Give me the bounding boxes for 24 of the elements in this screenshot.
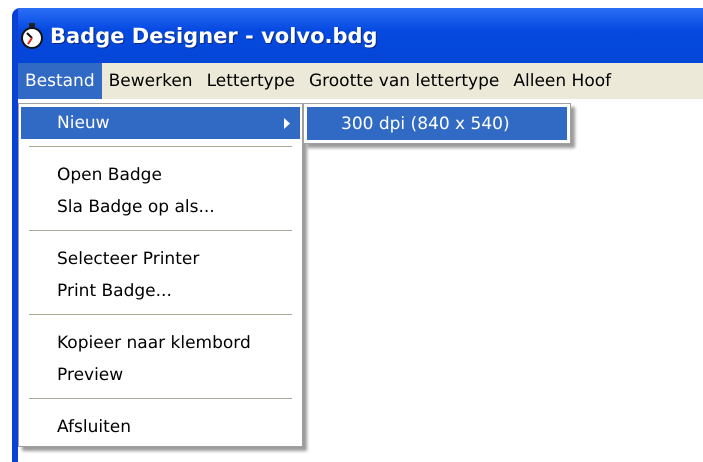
menu-item[interactable]: Kopieer naar klembord [21, 327, 300, 359]
menu-bar-item[interactable]: Lettertype [200, 63, 302, 99]
menu-item[interactable]: Print Badge... [21, 275, 300, 307]
menu-bar-item[interactable]: Bewerken [102, 63, 200, 99]
menu-item-label: Open Badge [57, 165, 162, 185]
menu-item[interactable]: Sla Badge op als... [21, 191, 300, 223]
menu-item[interactable]: Selecteer Printer [21, 243, 300, 275]
menu-item-label: Preview [57, 365, 124, 385]
menu-item[interactable]: Preview [21, 359, 300, 391]
menu-item[interactable]: Afsluiten [21, 411, 300, 443]
menu-item-label: Nieuw [57, 113, 110, 133]
menu-item[interactable]: 300 dpi (840 x 540) [307, 107, 567, 140]
menu-item-label: Afsluiten [57, 417, 131, 437]
menu-item[interactable]: Nieuw [21, 107, 300, 139]
menu-item-label: Selecteer Printer [57, 249, 200, 269]
menu-bar-item[interactable]: Alleen Hoof [506, 63, 618, 99]
menu-bar-item[interactable]: Grootte van lettertype [302, 63, 506, 99]
menu-item-label: Sla Badge op als... [57, 197, 215, 217]
menu-bar-item[interactable]: Bestand [18, 63, 102, 99]
window-title: Badge Designer - volvo.bdg [50, 24, 378, 48]
stopwatch-icon [20, 22, 44, 48]
menu-item-label: Print Badge... [57, 281, 172, 301]
menu-item[interactable]: Open Badge [21, 159, 300, 191]
menu-item-label: Kopieer naar klembord [57, 333, 251, 353]
